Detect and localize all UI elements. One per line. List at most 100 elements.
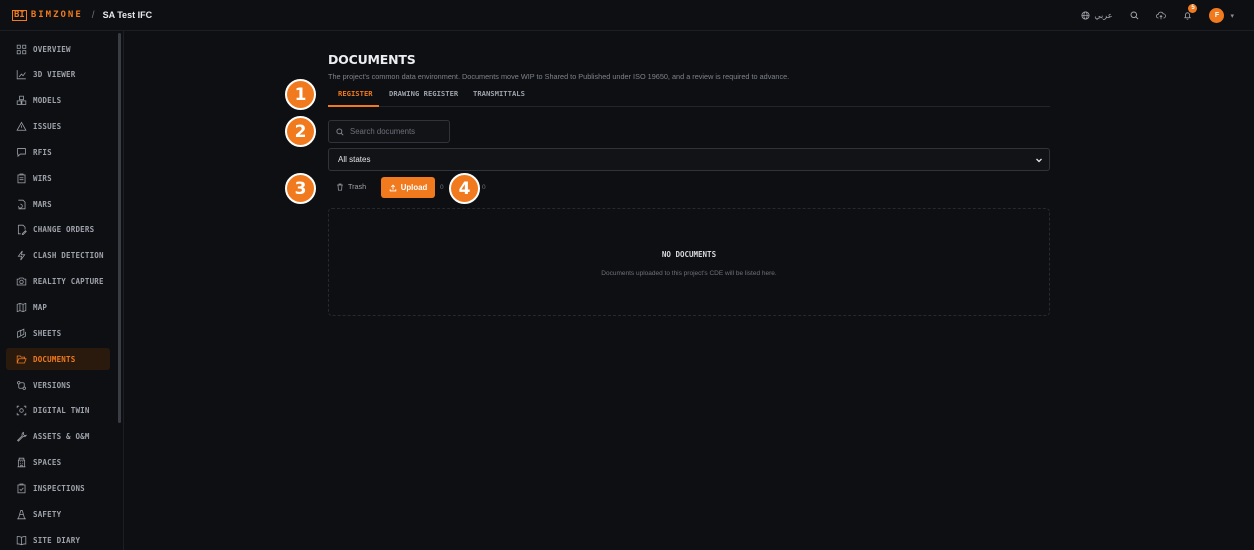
sidebar-item-site-diary[interactable]: SITE DIARY (6, 529, 110, 550)
camera-icon (14, 275, 28, 289)
sidebar-item-label: DIGITAL TWIN (33, 406, 90, 416)
state-filter-select[interactable]: All states (328, 148, 1050, 171)
top-bar: BI BIMZONE / SA Test IFC عربي 5 F ▾ (0, 0, 1254, 31)
notification-badge: 5 (1188, 4, 1198, 13)
callout-marker-2: 2 (285, 116, 316, 147)
folder-open-icon (14, 352, 28, 366)
active-tab-indicator (328, 105, 379, 107)
sidebar-item-label: MAP (33, 303, 48, 312)
sidebar-item-map[interactable]: MAP (6, 297, 110, 319)
trash-label: Trash (348, 182, 367, 191)
sidebar-item-reality-capture[interactable]: REALITY CAPTURE (6, 271, 110, 293)
empty-state-description: Documents uploaded to this project's CDE… (601, 270, 777, 277)
sidebar-item-label: REALITY CAPTURE (33, 277, 104, 287)
sidebar-item-label: 3D VIEWER (33, 70, 76, 80)
tab-register[interactable]: REGISTER (338, 89, 373, 98)
sidebar-item-wirs[interactable]: WIRS (6, 167, 110, 189)
sidebar-item-issues[interactable]: ISSUES (6, 116, 110, 138)
chevron-down-icon (1036, 158, 1042, 163)
sidebar-item-label: ASSETS & O&M (33, 432, 90, 442)
clipboard-icon (14, 171, 28, 185)
logo-mark: BI (12, 9, 27, 21)
callout-marker-4: 4 (449, 173, 480, 204)
sidebar-item-label: RFIS (33, 147, 52, 157)
boxes-icon (14, 94, 28, 108)
sidebar-item-label: DOCUMENTS (33, 354, 76, 364)
warning-icon (14, 120, 28, 134)
sidebar-item-change-orders[interactable]: CHANGE ORDERS (6, 219, 110, 241)
sidebar-item-label: SPACES (33, 458, 62, 468)
sidebar-item-label: WIRS (33, 173, 52, 183)
sidebar-item-rfis[interactable]: RFIS (6, 141, 110, 163)
sidebar-item-label: SAFETY (33, 509, 62, 519)
map-icon (14, 301, 28, 315)
file-refresh-icon (14, 197, 28, 211)
sidebar-item-label: VERSIONS (33, 380, 71, 390)
breadcrumb-separator: / (91, 9, 95, 21)
document-tabs: REGISTER DRAWING REGISTER TRANSMITTALS (328, 84, 1050, 107)
file-edit-icon (14, 223, 28, 237)
sidebar-item-models[interactable]: MODELS (6, 90, 110, 112)
sidebar-item-label: OVERVIEW (33, 44, 71, 54)
sidebar-item-label: CLASH DETECTION (33, 251, 104, 261)
upload-label: Upload (400, 183, 428, 192)
search-input[interactable] (350, 127, 445, 136)
search-box[interactable] (328, 120, 450, 143)
project-name[interactable]: SA Test IFC (103, 10, 153, 20)
chart-icon (14, 68, 28, 82)
user-avatar[interactable]: F (1209, 8, 1225, 23)
sync-button[interactable] (1156, 11, 1167, 20)
grid-icon (14, 42, 28, 56)
document-count: 0 (440, 184, 444, 191)
sidebar-item-clash-detection[interactable]: CLASH DETECTION (6, 245, 110, 267)
trash-icon (337, 183, 343, 191)
empty-state-title: NO DOCUMENTS (661, 250, 717, 259)
sidebar: OVERVIEW 3D VIEWER MODELS ISSUES RFIS WIRS MAR… (0, 31, 124, 550)
clipboard-check-icon (14, 481, 28, 495)
sidebar-item-mars[interactable]: MARS (6, 193, 110, 215)
sidebar-item-spaces[interactable]: SPACES (6, 452, 110, 474)
sheets-icon (14, 326, 28, 340)
callout-marker-1: 1 (285, 79, 316, 110)
cone-icon (14, 507, 28, 521)
sidebar-item-label: MODELS (33, 96, 62, 106)
sidebar-item-3d-viewer[interactable]: 3D VIEWER (6, 64, 110, 86)
sidebar-item-inspections[interactable]: INSPECTIONS (6, 477, 110, 499)
globe-icon (1081, 11, 1090, 20)
lightning-icon (14, 249, 28, 263)
sidebar-item-assets-o-m[interactable]: ASSETS & O&M (6, 426, 110, 448)
page-title: DOCUMENTS (328, 52, 416, 67)
sidebar-item-label: MARS (33, 199, 52, 209)
chevron-down-icon[interactable]: ▾ (1230, 12, 1234, 20)
sidebar-item-documents[interactable]: DOCUMENTS (6, 348, 110, 371)
search-icon (1131, 11, 1139, 20)
sidebar-item-label: SITE DIARY (33, 535, 81, 545)
message-icon (14, 145, 28, 159)
tab-transmittals[interactable]: TRANSMITTALS (473, 89, 525, 98)
logo-text: BIMZONE (30, 10, 83, 20)
notifications-button[interactable]: 5 (1183, 4, 1198, 20)
sidebar-item-safety[interactable]: SAFETY (6, 503, 110, 525)
sidebar-item-label: CHANGE ORDERS (33, 225, 95, 235)
building-icon (14, 456, 28, 470)
upload-button[interactable]: Upload (381, 177, 435, 198)
sidebar-item-label: SHEETS (33, 328, 62, 338)
callout-marker-3: 3 (285, 173, 316, 204)
sidebar-item-digital-twin[interactable]: DIGITAL TWIN (6, 400, 110, 422)
trash-button[interactable]: Trash (336, 182, 366, 191)
tab-drawing-register[interactable]: DRAWING REGISTER (389, 89, 458, 98)
page-subtitle: The project's common data environment. D… (328, 72, 790, 81)
search-icon (336, 127, 344, 136)
sidebar-item-versions[interactable]: VERSIONS (6, 374, 110, 396)
book-icon (14, 533, 28, 547)
cloud-sync-icon (1156, 11, 1167, 20)
sidebar-scrollbar[interactable] (118, 33, 121, 423)
search-button[interactable] (1130, 11, 1139, 20)
wrench-icon (14, 430, 28, 444)
sidebar-item-overview[interactable]: OVERVIEW (6, 38, 110, 60)
sidebar-item-sheets[interactable]: SHEETS (6, 322, 110, 344)
sidebar-item-label: ISSUES (33, 122, 62, 132)
bimzone-logo[interactable]: BI BIMZONE (12, 9, 83, 21)
language-toggle[interactable]: عربي (1081, 11, 1112, 20)
upload-icon (389, 183, 397, 191)
